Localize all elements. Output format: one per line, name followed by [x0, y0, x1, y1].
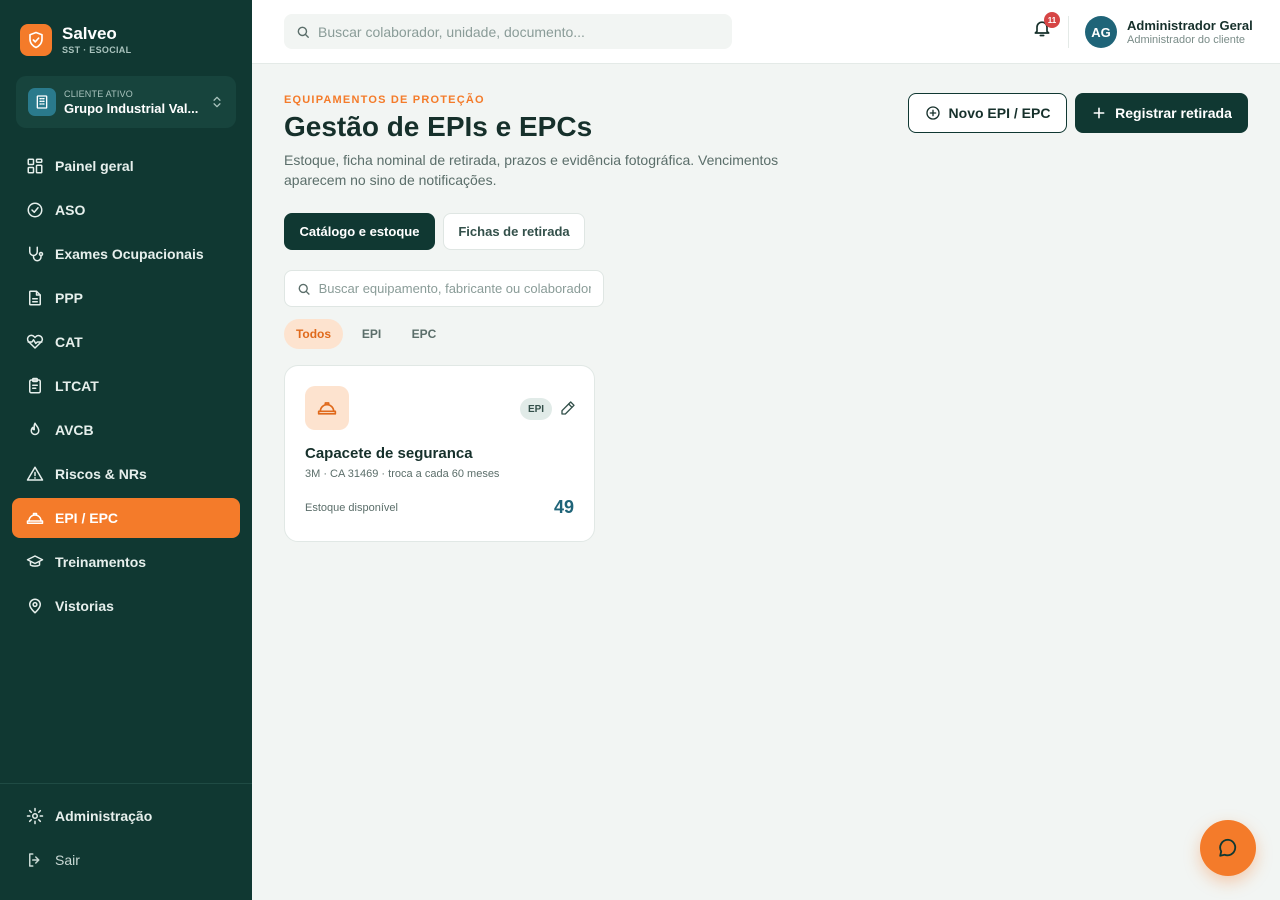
sidebar-item-riscos-nrs[interactable]: Riscos & NRs	[12, 454, 240, 494]
hardhat-icon	[305, 386, 349, 430]
avatar: AG	[1085, 16, 1117, 48]
sidebar-bottom-nav: Administração Sair	[12, 796, 240, 884]
sidebar-item-ltcat[interactable]: LTCAT	[12, 366, 240, 406]
search-icon	[298, 283, 310, 295]
page-title: Gestão de EPIs e EPCs	[284, 111, 593, 142]
client-selector[interactable]: CLIENTE ATIVO Grupo Industrial Val...	[16, 76, 236, 128]
sidebar-nav: Painel geral ASO Exames Ocupacionais PPP…	[12, 146, 240, 630]
sidebar-item-label: EPI / EPC	[55, 510, 119, 526]
sidebar: Salveo SST · ESOCIAL CLIENTE ATIVO Grupo…	[0, 0, 252, 900]
filter-epc[interactable]: EPC	[401, 319, 447, 349]
filter-todos[interactable]: Todos	[284, 319, 343, 349]
tab-fichas-retirada[interactable]: Fichas de retirada	[443, 213, 585, 250]
filter-epi[interactable]: EPI	[350, 319, 393, 349]
sidebar-item-painel-geral[interactable]: Painel geral	[12, 146, 240, 186]
topbar: 11 AG Administrador Geral Administrador …	[252, 0, 1280, 64]
sidebar-item-administracao[interactable]: Administração	[12, 796, 240, 836]
sidebar-item-label: ASO	[55, 202, 86, 218]
brand-name: Salveo	[62, 24, 117, 43]
tab-catalogo-estoque[interactable]: Catálogo e estoque	[284, 213, 435, 250]
stock-label: Estoque disponível	[305, 502, 398, 514]
warning-icon	[26, 466, 44, 481]
search-icon	[297, 26, 309, 38]
chat-bubble-icon	[1219, 838, 1237, 857]
equipment-meta: 3M · CA 31469 · troca a cada 60 meses	[305, 468, 500, 480]
global-search-input[interactable]	[318, 23, 718, 40]
sidebar-item-label: Sair	[55, 852, 80, 868]
sidebar-divider	[0, 783, 252, 784]
sidebar-item-exames-ocupacionais[interactable]: Exames Ocupacionais	[12, 234, 240, 274]
pencil-icon[interactable]	[560, 400, 576, 416]
sidebar-item-label: Riscos & NRs	[55, 466, 147, 482]
brand[interactable]: Salveo SST · ESOCIAL	[20, 24, 131, 56]
sidebar-item-label: Administração	[55, 808, 153, 824]
logout-icon	[29, 853, 40, 867]
notifications-button[interactable]: 11	[1032, 12, 1060, 40]
new-epi-epc-button[interactable]: Novo EPI / EPC	[908, 93, 1067, 133]
notification-badge: 11	[1044, 12, 1060, 28]
sidebar-item-avcb[interactable]: AVCB	[12, 410, 240, 450]
gear-icon	[26, 807, 44, 825]
equipment-search-input[interactable]	[318, 281, 591, 296]
equipment-card[interactable]: EPI Capacete de seguranca 3M · CA 31469 …	[284, 365, 595, 542]
stock-value: 49	[553, 497, 574, 517]
sidebar-item-aso[interactable]: ASO	[12, 190, 240, 230]
check-circle-icon	[27, 202, 43, 218]
sidebar-item-label: Exames Ocupacionais	[55, 246, 204, 262]
new-epi-epc-label: Novo EPI / EPC	[948, 105, 1051, 121]
chat-button[interactable]	[1200, 820, 1256, 876]
document-icon	[29, 290, 41, 306]
user-menu[interactable]: AG Administrador Geral Administrador do …	[1085, 16, 1253, 48]
hardhat-icon	[26, 512, 44, 524]
sidebar-item-sair[interactable]: Sair	[12, 840, 240, 880]
equipment-name: Capacete de seguranca	[305, 445, 473, 462]
grid-icon	[27, 158, 43, 174]
sidebar-item-label: CAT	[55, 334, 83, 350]
user-name: Administrador Geral	[1127, 18, 1253, 33]
user-role: Administrador do cliente	[1127, 34, 1246, 46]
register-withdrawal-button[interactable]: Registrar retirada	[1075, 93, 1248, 133]
map-pin-icon	[29, 598, 41, 614]
brand-subtitle: SST · ESOCIAL	[62, 45, 132, 55]
sidebar-item-label: Painel geral	[55, 158, 134, 174]
client-label: CLIENTE ATIVO	[64, 88, 133, 99]
sidebar-item-treinamentos[interactable]: Treinamentos	[12, 542, 240, 582]
type-badge: EPI	[520, 398, 552, 420]
graduation-cap-icon	[26, 555, 44, 567]
stethoscope-icon	[29, 246, 44, 262]
plus-circle-icon	[925, 106, 940, 120]
clipboard-icon	[29, 377, 41, 394]
flame-icon	[30, 422, 40, 436]
sidebar-item-label: Treinamentos	[55, 554, 147, 570]
sidebar-item-epi-epc[interactable]: EPI / EPC	[12, 498, 240, 538]
page-eyebrow: EQUIPAMENTOS DE PROTEÇÃO	[284, 94, 485, 106]
building-icon	[28, 88, 56, 116]
chevron-up-down-icon	[213, 96, 221, 108]
plus-icon	[1093, 107, 1105, 119]
sidebar-item-vistorias[interactable]: Vistorias	[12, 586, 240, 626]
sidebar-item-label: PPP	[55, 290, 84, 306]
sidebar-item-cat[interactable]: CAT	[12, 322, 240, 362]
global-search[interactable]	[284, 14, 732, 49]
equipment-search[interactable]	[284, 270, 604, 307]
heart-pulse-icon	[26, 334, 44, 349]
register-withdrawal-label: Registrar retirada	[1115, 105, 1232, 121]
sidebar-item-label: LTCAT	[55, 378, 99, 394]
shield-logo-icon	[20, 24, 52, 56]
sidebar-item-label: AVCB	[55, 422, 94, 438]
sidebar-item-ppp[interactable]: PPP	[12, 278, 240, 318]
sidebar-item-label: Vistorias	[55, 598, 114, 614]
client-name: Grupo Industrial Val...	[64, 100, 199, 116]
topbar-separator	[1068, 16, 1069, 48]
page-description: Estoque, ficha nominal de retirada, praz…	[284, 152, 779, 188]
